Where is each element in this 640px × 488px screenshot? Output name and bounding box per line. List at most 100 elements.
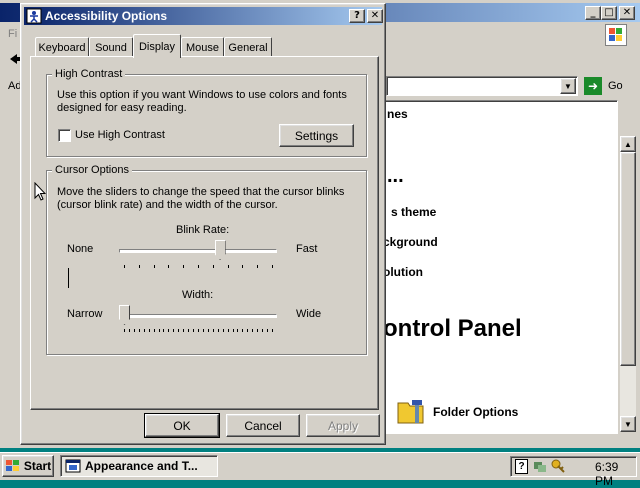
cursor-options-description: Move the sliders to change the speed tha… <box>57 186 345 211</box>
blink-rate-ticks <box>124 265 273 269</box>
use-high-contrast-label[interactable]: Use High Contrast <box>75 129 165 142</box>
slider-tick <box>202 329 204 332</box>
slider-tick <box>138 265 140 268</box>
slider-tick <box>173 329 175 332</box>
tab-sound[interactable]: Sound <box>89 37 133 57</box>
slider-tick <box>158 329 160 332</box>
width-track[interactable] <box>119 314 277 318</box>
help-button[interactable]: ? <box>349 9 365 23</box>
key-tray-icon[interactable] <box>551 459 565 474</box>
tab-general[interactable]: General <box>224 37 272 57</box>
clock: 6:39 PM <box>595 460 619 488</box>
slider-tick <box>188 329 190 332</box>
slider-tick <box>183 265 185 268</box>
slider-tick <box>252 329 254 332</box>
bg-maximize-button[interactable]: □ <box>601 6 617 20</box>
network-tray-icon[interactable] <box>533 459 547 474</box>
bg-link-resolution[interactable]: olution <box>383 265 423 279</box>
slider-tick <box>178 329 180 332</box>
folder-options-icon[interactable] <box>397 397 429 425</box>
slider-tick <box>163 329 165 332</box>
bg-link-theme[interactable]: s theme <box>391 205 436 219</box>
slider-tick <box>143 329 145 332</box>
width-label: Width: <box>182 289 214 301</box>
apply-button[interactable]: Apply <box>306 414 380 437</box>
windows-flag-icon <box>5 459 21 473</box>
slider-tick <box>232 329 234 332</box>
ok-button[interactable]: OK <box>144 413 220 438</box>
start-button[interactable]: Start <box>2 455 54 477</box>
slider-tick <box>242 265 244 268</box>
tab-mouse[interactable]: Mouse <box>181 37 224 57</box>
taskbar-task-label: Appearance and T... <box>85 459 198 473</box>
dialog-title: Accessibility Options <box>45 9 168 23</box>
slider-tick <box>237 329 239 332</box>
slider-tick <box>272 265 273 268</box>
slider-tick <box>257 265 259 268</box>
slider-tick <box>272 329 273 332</box>
slider-tick <box>227 329 229 332</box>
scroll-thumb[interactable] <box>620 152 636 366</box>
scroll-up-button[interactable]: ▲ <box>620 136 636 152</box>
slider-tick <box>222 329 224 332</box>
slider-tick <box>262 329 264 332</box>
cursor-preview <box>68 268 69 288</box>
go-label[interactable]: Go <box>608 80 623 92</box>
slider-tick <box>267 329 269 332</box>
high-contrast-group-label: High Contrast <box>52 68 126 80</box>
bg-link-background[interactable]: ckground <box>383 235 438 249</box>
use-high-contrast-checkbox[interactable] <box>58 129 71 142</box>
bg-vertical-scrollbar[interactable]: ▲ ▼ <box>620 136 636 432</box>
bg-address-field[interactable] <box>386 76 578 96</box>
close-button[interactable]: ✕ <box>367 9 383 23</box>
go-arrow-icon[interactable]: ➜ <box>584 77 602 95</box>
slider-tick <box>247 329 249 332</box>
slider-tick <box>217 329 219 332</box>
slider-tick <box>242 329 244 332</box>
bg-text-1[interactable]: nes <box>387 107 408 121</box>
accessibility-icon <box>26 8 42 24</box>
slider-tick <box>212 329 214 332</box>
bg-heading-control-panel: ontrol Panel <box>383 315 522 342</box>
slider-tick <box>257 329 259 332</box>
slider-tick <box>124 265 125 268</box>
width-max-label: Wide <box>296 308 322 320</box>
high-contrast-description: Use this option if you want Windows to u… <box>57 89 347 114</box>
slider-tick <box>227 265 229 268</box>
width-ticks <box>124 329 273 333</box>
bg-close-button[interactable]: ✕ <box>619 6 635 20</box>
blink-rate-min-label: None <box>67 243 94 255</box>
bg-link-folder-options[interactable]: Folder Options <box>433 405 518 419</box>
blink-rate-label: Blink Rate: <box>176 224 230 236</box>
taskbar: Start Appearance and T... ? 6:39 PM <box>0 452 640 488</box>
slider-tick <box>183 329 185 332</box>
dialog-titlebar[interactable]: Accessibility Options ? ✕ <box>24 7 383 25</box>
slider-tick <box>212 265 214 268</box>
bg-menu-fragment: Fi <box>8 28 18 40</box>
address-dropdown-button[interactable]: ▼ <box>560 78 576 94</box>
blink-rate-max-label: Fast <box>296 243 318 255</box>
system-tray: ? 6:39 PM <box>510 456 637 488</box>
slider-tick <box>128 329 130 332</box>
bg-minimize-button[interactable]: _ <box>585 6 601 20</box>
high-contrast-settings-button[interactable]: Settings <box>279 124 354 147</box>
control-panel-task-icon <box>65 458 81 474</box>
help-tray-icon[interactable]: ? <box>515 459 528 474</box>
cancel-button[interactable]: Cancel <box>226 414 300 437</box>
scroll-down-button[interactable]: ▼ <box>620 416 636 432</box>
tab-display[interactable]: Display <box>133 34 181 58</box>
slider-tick <box>138 329 140 332</box>
mouse-pointer-icon <box>34 181 47 202</box>
slider-tick <box>198 329 199 332</box>
taskbar-task-appearance[interactable]: Appearance and T... <box>60 455 218 477</box>
tab-keyboard[interactable]: Keyboard <box>35 37 89 57</box>
slider-tick <box>168 329 170 332</box>
slider-tick <box>193 329 195 332</box>
slider-tick <box>148 329 150 332</box>
width-min-label: Narrow <box>67 308 103 320</box>
blink-rate-track[interactable] <box>119 249 277 253</box>
cursor-options-group-label: Cursor Options <box>52 164 132 176</box>
slider-tick <box>153 265 155 268</box>
slider-tick <box>153 329 155 332</box>
slider-tick <box>207 329 209 332</box>
